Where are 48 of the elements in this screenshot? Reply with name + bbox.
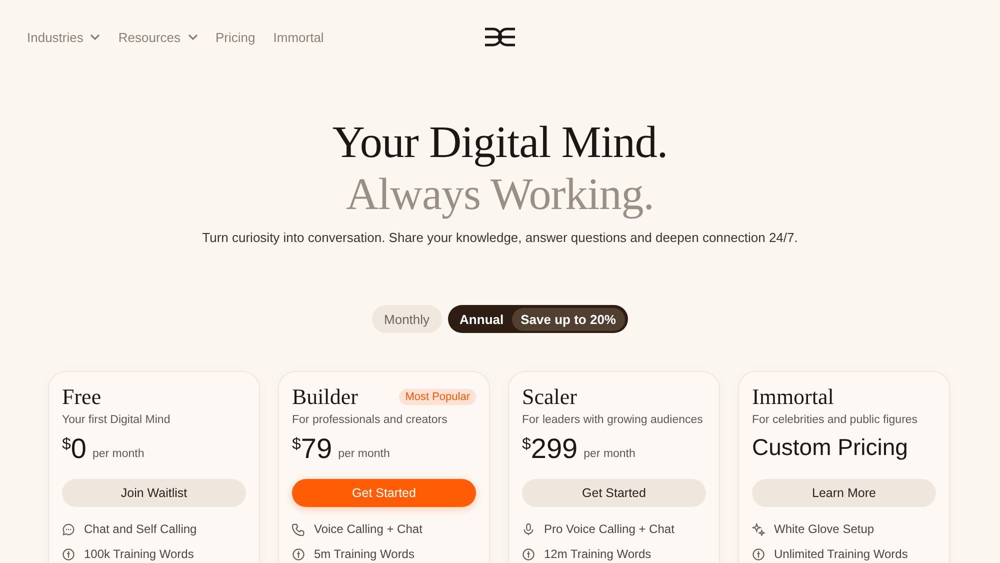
phone-icon — [292, 522, 305, 536]
feature-label: 12m Training Words — [544, 547, 652, 561]
plan-description: For leaders with growing audiences — [522, 414, 704, 426]
nav-link[interactable]: Industries — [27, 30, 100, 44]
billing-option[interactable]: Annual Save up to 20% — [448, 305, 628, 333]
plan-button[interactable]: Join Waitlist — [62, 479, 246, 507]
feature-label: 100k Training Words — [84, 547, 194, 561]
plan-name: Scaler — [522, 384, 577, 410]
price-amount: 299 — [530, 432, 578, 466]
plan-description: For professionals and creators — [292, 414, 448, 426]
price-period: per month — [338, 448, 390, 460]
microphone-icon — [522, 522, 535, 536]
plan-description: For celebrities and public figures — [752, 414, 919, 426]
plan-name: Builder — [292, 384, 358, 410]
custom-price: Custom Pricing — [752, 433, 909, 462]
popular-badge: Most Popular — [399, 389, 476, 405]
hero-title: Your Digital Mind. — [331, 116, 669, 168]
price-amount: 79 — [300, 432, 332, 466]
currency-symbol: $ — [62, 436, 71, 454]
sparkles-icon — [752, 522, 765, 536]
nav-link[interactable]: Pricing — [216, 30, 256, 44]
hero-subtitle-heading: Always Working. — [344, 168, 656, 220]
discount-badge: Save up to 20% — [512, 308, 625, 330]
feature-label: 5m Training Words — [314, 547, 414, 561]
feature-label: White Glove Setup — [774, 522, 874, 536]
billing-label: Monthly — [384, 312, 430, 326]
currency-symbol: $ — [292, 436, 301, 454]
feature-label: Chat and Self Calling — [84, 522, 197, 536]
plan-description: Your first Digital Mind — [62, 414, 172, 426]
plan-button[interactable]: Get Started — [292, 479, 476, 507]
logo-icon[interactable] — [484, 27, 516, 47]
billing-label: Annual — [460, 312, 504, 326]
nav-link[interactable]: Resources — [118, 30, 198, 44]
feature-label: Voice Calling + Chat — [314, 522, 422, 536]
hero-description: Turn curiosity into conversation. Share your knowledge, answer questions and deepen connection 24/7. — [201, 230, 799, 245]
price-period: per month — [92, 448, 144, 460]
feature-label: Unlimited Training Words — [774, 547, 908, 561]
billing-option[interactable]: Monthly — [372, 305, 442, 333]
plan-name: Free — [62, 384, 102, 410]
plan-button[interactable]: Get Started — [522, 479, 706, 507]
currency-symbol: $ — [522, 436, 531, 454]
plan-name: Immortal — [752, 384, 834, 410]
plan-button[interactable]: Learn More — [752, 479, 936, 507]
feature-label: Pro Voice Calling + Chat — [544, 522, 674, 536]
price-amount: 0 — [70, 432, 86, 466]
chat-bubble-icon — [62, 522, 75, 536]
price-period: per month — [584, 448, 636, 460]
nav-link[interactable]: Immortal — [273, 30, 324, 44]
